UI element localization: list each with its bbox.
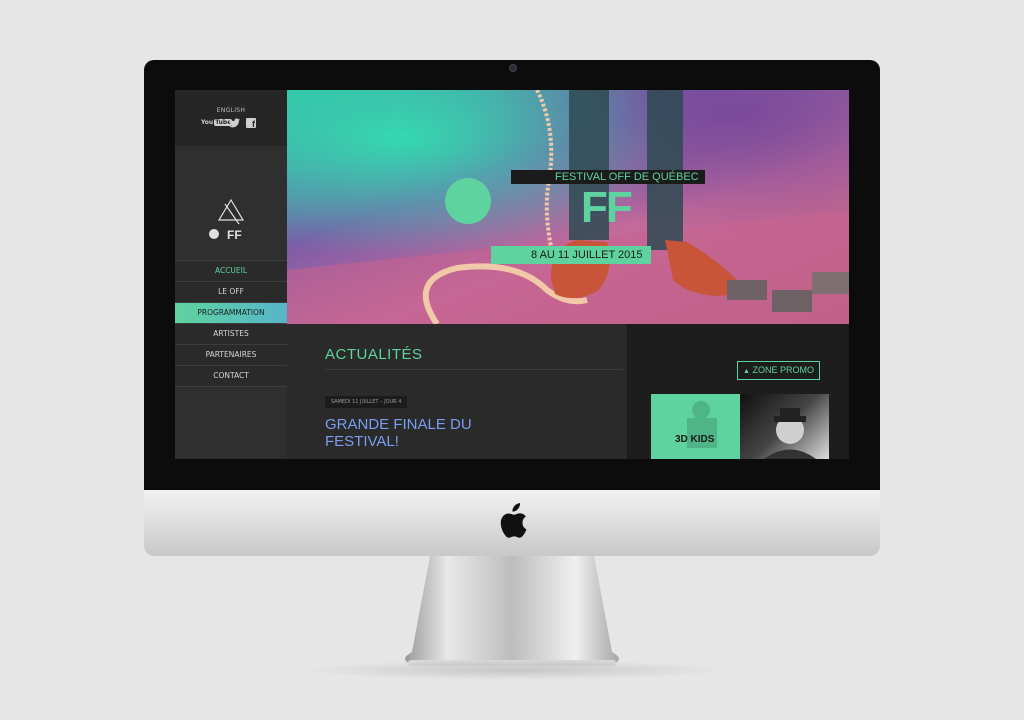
youtube-icon[interactable]: You Tube — [201, 118, 233, 128]
monitor-stand — [405, 556, 619, 666]
svg-text:FF: FF — [227, 228, 242, 242]
news-date-badge: SAMEDI 11 JUILLET – JOUR 4 — [325, 396, 408, 408]
nav-item-programmation[interactable]: PROGRAMMATION — [175, 303, 287, 324]
nav-item-partenaires[interactable]: PARTENAIRES — [175, 345, 287, 366]
hero-photo — [287, 90, 849, 324]
nav-item-contact[interactable]: CONTACT — [175, 366, 287, 387]
stand-shadow — [300, 660, 730, 680]
nav-item-le-off[interactable]: LE OFF — [175, 282, 287, 303]
english-link[interactable]: ENGLISH — [175, 107, 287, 114]
main-nav: ACCUEIL LE OFF PROGRAMMATION ARTISTES PA… — [175, 260, 287, 387]
apple-logo-icon — [500, 503, 527, 538]
festival-logo-icon[interactable]: FF — [205, 198, 257, 244]
promo-card-3d-kids[interactable]: 3D KIDS — [651, 394, 740, 459]
triangle-up-icon: ▲ — [743, 368, 750, 375]
zone-promo-button[interactable]: ▲ ZONE PROMO — [737, 361, 820, 380]
zone-promo-label: ZONE PROMO — [752, 365, 814, 375]
artist-photo — [764, 408, 816, 459]
sidebar-header: ENGLISH You Tube f — [175, 90, 287, 146]
news-heading: ACTUALITÉS — [325, 346, 423, 363]
hero-logo-ff: FF — [581, 183, 633, 232]
hero-banner: FESTIVAL OFF DE QUÉBEC FF 8 AU 11 JUILLE… — [287, 90, 849, 324]
facebook-icon[interactable]: f — [246, 118, 256, 129]
website-screen: ENGLISH You Tube f FF ACCUEIL LE OFF PROG… — [175, 90, 849, 459]
news-divider — [325, 369, 623, 370]
twitter-icon[interactable] — [229, 118, 240, 128]
promo-section: ▲ ZONE PROMO 3D KIDS — [627, 324, 849, 459]
hero-festival-title: FESTIVAL OFF DE QUÉBEC — [511, 170, 705, 184]
webcam — [509, 64, 517, 72]
hero-logo-circle — [445, 178, 491, 224]
hero-dates: 8 AU 11 JUILLET 2015 — [491, 246, 651, 264]
promo-card-photo — [687, 401, 717, 448]
promo-card-photo-artist[interactable] — [740, 394, 829, 459]
nav-item-artistes[interactable]: ARTISTES — [175, 324, 287, 345]
news-section: ACTUALITÉS SAMEDI 11 JUILLET – JOUR 4 GR… — [287, 324, 627, 459]
facebook-letter: f — [252, 119, 255, 129]
nav-item-accueil[interactable]: ACCUEIL — [175, 260, 287, 282]
promo-card-label: 3D KIDS — [675, 434, 715, 445]
youtube-you-text: You — [201, 119, 214, 126]
sidebar: ENGLISH You Tube f FF ACCUEIL LE OFF PROG… — [175, 90, 287, 459]
news-article-title[interactable]: GRANDE FINALE DU FESTIVAL! — [325, 416, 495, 450]
